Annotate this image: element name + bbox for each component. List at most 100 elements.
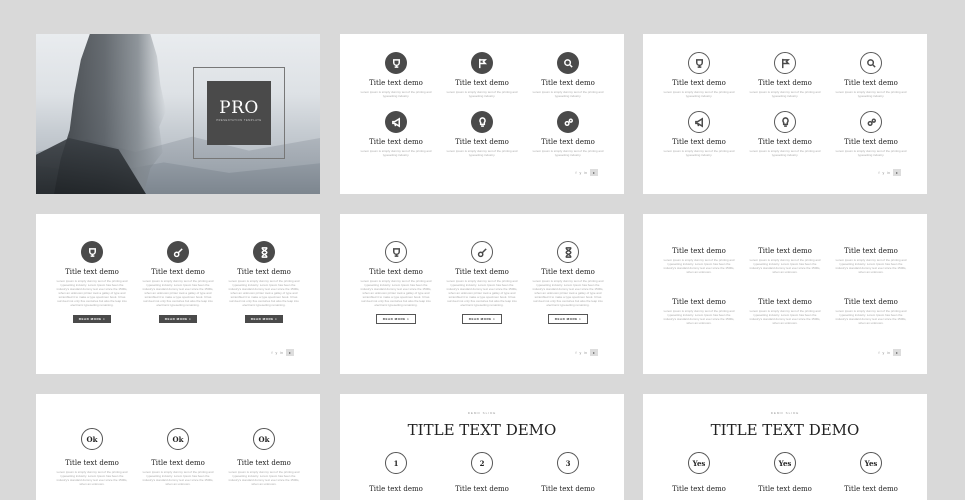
social-links: f y in ▸ xyxy=(576,349,598,356)
item-title: Title text demo xyxy=(151,268,205,276)
slide-yes-badges[interactable]: DEMO SLIDE TITLE TEXT DEMO Yes Title tex… xyxy=(643,394,927,500)
item-body: Lorem ipsum is simply dummy text of the … xyxy=(663,309,735,325)
feature-item: Title text demo Lorem ipsum is simply du… xyxy=(525,111,611,157)
twitter-icon[interactable]: y xyxy=(883,351,885,355)
item-body: Lorem ipsum is simply dummy text of the … xyxy=(749,90,821,98)
item-title: Title text demo xyxy=(844,247,898,255)
item-body: Lorem ipsum is simply dummy text of the … xyxy=(446,149,518,157)
trophy-icon xyxy=(385,52,407,74)
item-body: Lorem ipsum is simply dummy text of the … xyxy=(749,149,821,157)
facebook-icon[interactable]: f xyxy=(272,351,273,355)
item-body: Lorem ipsum is simply dummy text of the … xyxy=(446,90,518,98)
item-title: Title text demo xyxy=(237,268,291,276)
slide-line-icons[interactable]: Title text demo Lorem ipsum is simply du… xyxy=(643,34,927,194)
text-item: Title text demo Lorem ipsum is simply du… xyxy=(656,298,742,325)
item-title: Title text demo xyxy=(844,138,898,146)
slide-text-grid[interactable]: Title text demo Lorem ipsum is simply du… xyxy=(643,214,927,374)
item-title: Title text demo xyxy=(541,268,595,276)
linkedin-icon[interactable]: in xyxy=(280,351,283,355)
next-page-button[interactable]: ▸ xyxy=(590,349,598,356)
read-more-button[interactable]: READ MORE > xyxy=(547,314,589,324)
feature-item: Title text demo Lorem ipsum is simply du… xyxy=(135,241,221,325)
badge-item: Yes Title text demo xyxy=(828,452,914,493)
item-body: Lorem ipsum is simply dummy text of the … xyxy=(142,279,214,307)
slide-dark-icons[interactable]: Title text demo Lorem ipsum is simply du… xyxy=(340,34,624,194)
slide-dark-readmore[interactable]: Title text demo Lorem ipsum is simply du… xyxy=(36,214,320,374)
next-page-button[interactable]: ▸ xyxy=(590,169,598,176)
item-body: Lorem ipsum is simply dummy text of the … xyxy=(835,149,907,157)
facebook-icon[interactable]: f xyxy=(576,351,577,355)
linkedin-icon[interactable]: in xyxy=(887,171,890,175)
text-item: Title text demo Lorem ipsum is simply du… xyxy=(656,247,742,274)
feature-item: Title text demo Lorem ipsum is simply du… xyxy=(656,52,742,98)
item-title: Title text demo xyxy=(151,459,205,467)
twitter-icon[interactable]: y xyxy=(580,171,582,175)
badge-item: Yes Title text demo xyxy=(656,452,742,493)
text-item: Title text demo Lorem ipsum is simply du… xyxy=(828,247,914,274)
cover-title: PRO xyxy=(219,98,259,118)
item-body: Lorem ipsum is simply dummy text of the … xyxy=(835,90,907,98)
yes-badge: Yes xyxy=(860,452,882,474)
read-more-button[interactable]: READ MORE > xyxy=(72,315,112,323)
feature-item: Title text demo Lorem ipsum is simply du… xyxy=(525,241,611,325)
trophy-icon xyxy=(385,241,407,263)
read-more-button[interactable]: READ MORE > xyxy=(158,315,198,323)
twitter-icon[interactable]: y xyxy=(580,351,582,355)
item-body: Lorem ipsum is simply dummy text of the … xyxy=(532,90,604,98)
slide-kicker: DEMO SLIDE xyxy=(770,411,800,415)
item-body: Lorem ipsum is simply dummy text of the … xyxy=(56,279,128,307)
item-title: Title text demo xyxy=(65,459,119,467)
ok-badge: Ok xyxy=(167,428,189,450)
facebook-icon[interactable]: f xyxy=(879,171,880,175)
text-item: Title text demo Lorem ipsum is simply du… xyxy=(742,298,828,325)
item-body: Lorem ipsum is simply dummy text of the … xyxy=(142,470,214,486)
item-body: Lorem ipsum is simply dummy text of the … xyxy=(663,90,735,98)
item-title: Title text demo xyxy=(844,298,898,306)
next-page-button[interactable]: ▸ xyxy=(286,349,294,356)
gears-icon xyxy=(860,111,882,133)
facebook-icon[interactable]: f xyxy=(576,171,577,175)
gears-icon xyxy=(557,111,579,133)
next-page-button[interactable]: ▸ xyxy=(893,349,901,356)
linkedin-icon[interactable]: in xyxy=(584,171,587,175)
slide-line-readmore[interactable]: Title text demo Lorem ipsum is simply du… xyxy=(340,214,624,374)
slide-ok-badges[interactable]: Ok Title text demo Lorem ipsum is simply… xyxy=(36,394,320,500)
yes-badge: Yes xyxy=(774,452,796,474)
twitter-icon[interactable]: y xyxy=(883,171,885,175)
linkedin-icon[interactable]: in xyxy=(584,351,587,355)
text-item: Title text demo Lorem ipsum is simply du… xyxy=(742,247,828,274)
social-links: f y in ▸ xyxy=(879,169,901,176)
slide-cover[interactable]: PRO PRESENTATION TEMPLATE xyxy=(36,34,320,194)
linkedin-icon[interactable]: in xyxy=(887,351,890,355)
feature-item: Title text demo Lorem ipsum is simply du… xyxy=(353,241,439,325)
feature-item: Title text demo Lorem ipsum is simply du… xyxy=(439,52,525,98)
feature-item: Title text demo Lorem ipsum is simply du… xyxy=(742,52,828,98)
item-title: Title text demo xyxy=(369,138,423,146)
ok-badge: Ok xyxy=(81,428,103,450)
twitter-icon[interactable]: y xyxy=(276,351,278,355)
read-more-button[interactable]: READ MORE > xyxy=(461,314,503,324)
item-title: Title text demo xyxy=(844,79,898,87)
step-item: 2 Title text demo xyxy=(439,452,525,493)
facebook-icon[interactable]: f xyxy=(879,351,880,355)
feature-item: Title text demo Lorem ipsum is simply du… xyxy=(742,111,828,157)
search-icon xyxy=(860,52,882,74)
slide-kicker: DEMO SLIDE xyxy=(467,411,497,415)
cover-subtitle: PRESENTATION TEMPLATE xyxy=(216,119,262,122)
step-item: 3 Title text demo xyxy=(525,452,611,493)
next-page-button[interactable]: ▸ xyxy=(893,169,901,176)
feature-item: Title text demo Lorem ipsum is simply du… xyxy=(353,52,439,98)
item-body: Lorem ipsum is simply dummy text of the … xyxy=(835,258,907,274)
item-title: Title text demo xyxy=(758,485,812,493)
flag-icon xyxy=(774,52,796,74)
guitar-icon xyxy=(471,241,493,263)
read-more-button[interactable]: READ MORE > xyxy=(375,314,417,324)
trophy-icon xyxy=(688,52,710,74)
item-title: Title text demo xyxy=(455,138,509,146)
read-more-button[interactable]: READ MORE > xyxy=(244,315,284,323)
item-title: Title text demo xyxy=(672,79,726,87)
item-body: Lorem ipsum is simply dummy text of the … xyxy=(56,470,128,486)
slide-numbered-steps[interactable]: DEMO SLIDE TITLE TEXT DEMO 1 Title text … xyxy=(340,394,624,500)
hourglass-icon xyxy=(557,241,579,263)
guitar-icon xyxy=(167,241,189,263)
